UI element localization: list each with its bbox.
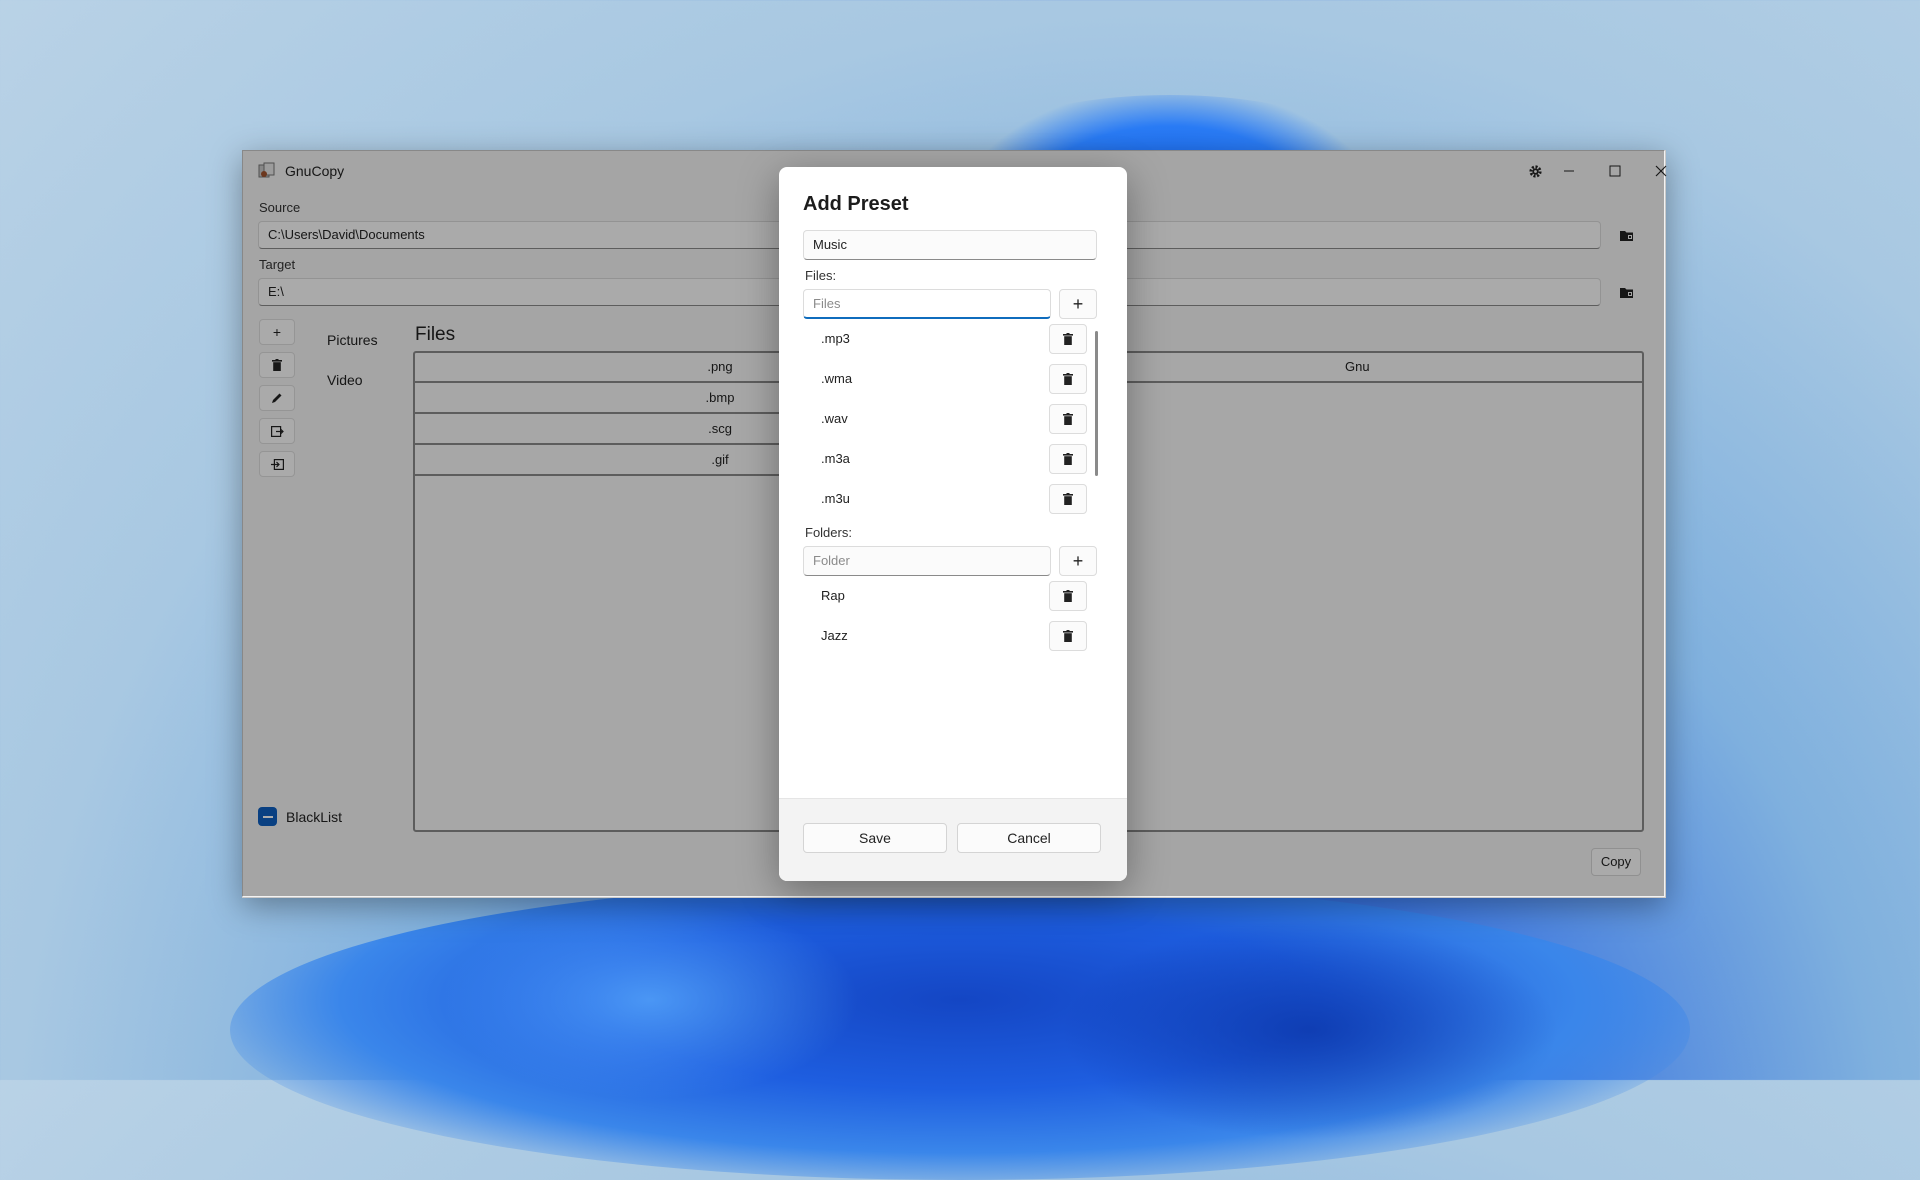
delete-file-button[interactable] <box>1049 484 1087 514</box>
trash-icon <box>1063 453 1073 465</box>
trash-icon <box>1063 630 1073 642</box>
files-scrollbar[interactable] <box>1095 331 1098 476</box>
add-preset-dialog: Add Preset Music Files: Files + .mp3 .wm… <box>779 167 1127 881</box>
trash-icon <box>1063 493 1073 505</box>
preset-name-input[interactable]: Music <box>803 230 1097 260</box>
delete-folder-button[interactable] <box>1049 621 1087 651</box>
wallpaper-highlight <box>440 900 860 1100</box>
add-folder-button[interactable]: + <box>1059 546 1097 576</box>
delete-file-button[interactable] <box>1049 444 1087 474</box>
trash-icon <box>1063 373 1073 385</box>
file-item: .wma <box>821 371 853 386</box>
folder-item: Rap <box>821 588 845 603</box>
delete-file-button[interactable] <box>1049 324 1087 354</box>
delete-file-button[interactable] <box>1049 404 1087 434</box>
folder-item: Jazz <box>821 628 848 643</box>
trash-icon <box>1063 333 1073 345</box>
plus-icon: + <box>1072 293 1084 314</box>
add-file-button[interactable]: + <box>1059 289 1097 319</box>
cancel-button[interactable]: Cancel <box>957 823 1101 853</box>
folders-label: Folders: <box>805 525 852 540</box>
trash-icon <box>1063 590 1073 602</box>
file-item: .m3a <box>821 451 850 466</box>
folder-input[interactable]: Folder <box>803 546 1051 576</box>
dialog-footer: Save Cancel <box>779 798 1127 881</box>
file-item: .m3u <box>821 491 850 506</box>
wallpaper-shadow <box>1060 920 1560 1140</box>
delete-file-button[interactable] <box>1049 364 1087 394</box>
delete-folder-button[interactable] <box>1049 581 1087 611</box>
file-item: .mp3 <box>821 331 850 346</box>
trash-icon <box>1063 413 1073 425</box>
plus-icon: + <box>1072 550 1084 571</box>
files-label: Files: <box>805 268 837 283</box>
save-button[interactable]: Save <box>803 823 947 853</box>
dialog-title: Add Preset <box>803 193 909 215</box>
files-input[interactable]: Files <box>803 289 1051 319</box>
file-item: .wav <box>821 411 848 426</box>
